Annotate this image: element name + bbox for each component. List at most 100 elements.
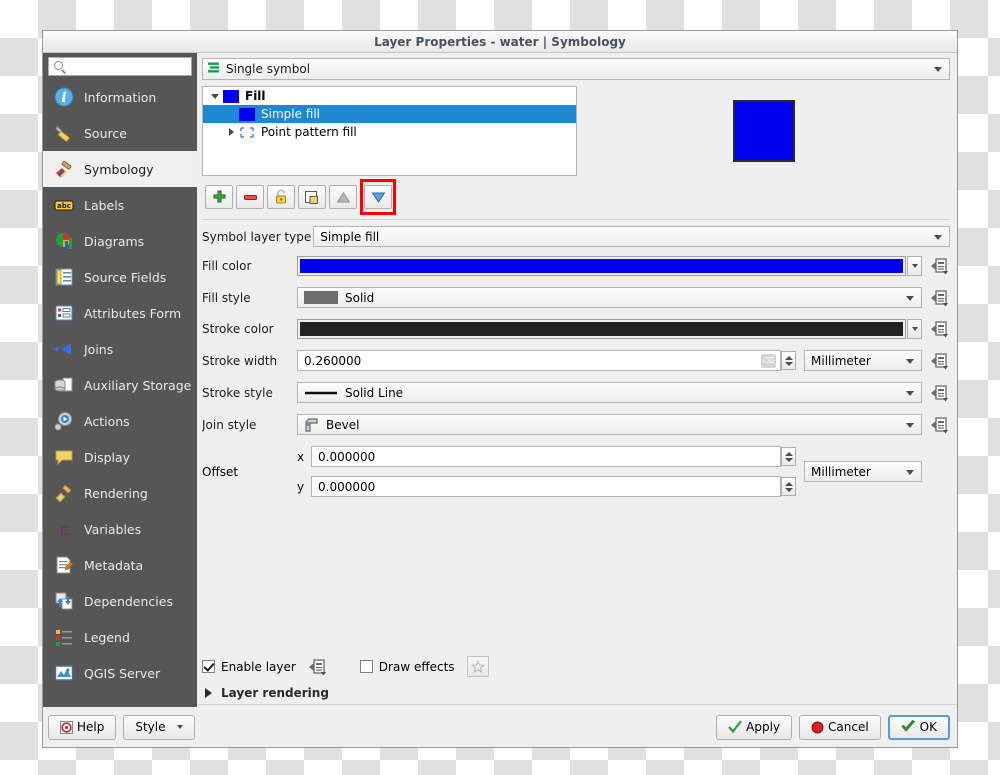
stroke-color-data-defined-override[interactable]: [930, 319, 950, 339]
data-defined-override-icon: [931, 289, 948, 306]
offset-label: Offset: [202, 464, 239, 479]
stroke-width-stepper[interactable]: [781, 351, 796, 370]
sidebar-item-dependencies[interactable]: Dependencies: [43, 583, 197, 619]
join-style-combo[interactable]: Bevel: [297, 414, 922, 435]
renderer-type-combo[interactable]: Single symbol: [202, 58, 950, 80]
tree-row[interactable]: Point pattern fill: [203, 123, 576, 141]
sidebar-item-display[interactable]: Display: [43, 439, 197, 475]
style-button-label: Style: [135, 720, 166, 734]
sidebar-item-source-fields[interactable]: Source Fields: [43, 259, 197, 295]
sidebar-item-variables[interactable]: ε Variables: [43, 511, 197, 547]
symbol-preview: [732, 100, 795, 162]
symbol-layer-type-combo[interactable]: Simple fill: [313, 226, 950, 247]
sidebar-item-labels[interactable]: abc Labels: [43, 187, 197, 223]
fill-style-combo[interactable]: Solid: [297, 287, 922, 308]
symbology-icon: [53, 158, 75, 180]
clear-icon[interactable]: ⌫: [761, 353, 776, 368]
sidebar-item-label: Labels: [84, 197, 125, 213]
fill-color-button[interactable]: [297, 256, 906, 276]
sidebar-nav: i Information Source Symbology abc Label…: [43, 79, 197, 707]
svg-text:abc: abc: [57, 202, 71, 210]
ok-button[interactable]: OK: [887, 714, 950, 740]
sidebar-item-joins[interactable]: Joins: [43, 331, 197, 367]
sidebar-item-rendering[interactable]: Rendering: [43, 475, 197, 511]
offset-x-input[interactable]: 0.000000: [311, 446, 781, 467]
chevron-down-icon[interactable]: [176, 725, 183, 729]
sidebar-item-label: Attributes Form: [84, 305, 182, 321]
fill-color-dropdown[interactable]: [907, 256, 922, 276]
page-title: Layer Properties - water | Symbology: [374, 34, 626, 49]
qgis-server-icon: [53, 662, 75, 684]
dialog-button-bar: Help Style Apply Cancel OK: [43, 707, 957, 747]
join-style-data-defined-override[interactable]: [930, 415, 950, 435]
data-defined-override-icon: [931, 416, 948, 433]
sidebar-search-wrap: [43, 53, 197, 79]
stroke-color-dropdown[interactable]: [907, 319, 922, 339]
symbol-layer-tree[interactable]: Fill Simple fill Point pattern fill: [202, 86, 577, 176]
remove-symbol-layer-button[interactable]: [236, 185, 264, 209]
sidebar-item-source[interactable]: Source: [43, 115, 197, 151]
sidebar-item-label: Dependencies: [84, 593, 173, 609]
sidebar-item-diagrams[interactable]: Diagrams: [43, 223, 197, 259]
stroke-color-button[interactable]: [297, 319, 906, 339]
sidebar-item-label: Display: [84, 449, 131, 465]
chevron-down-icon: [906, 358, 914, 364]
draw-effects-settings-button[interactable]: [466, 656, 489, 677]
offset-unit-combo[interactable]: Millimeter: [804, 461, 922, 482]
sidebar-item-symbology[interactable]: Symbology: [43, 151, 197, 187]
offset-x-stepper[interactable]: [781, 447, 796, 466]
stroke-color-swatch: [300, 322, 903, 336]
search-box[interactable]: [48, 57, 192, 76]
sidebar-item-auxiliary-storage[interactable]: Auxiliary Storage: [43, 367, 197, 403]
draw-effects-checkbox[interactable]: [359, 660, 373, 673]
sidebar-item-qgis-server[interactable]: QGIS Server: [43, 655, 197, 691]
tree-item-label: Simple fill: [261, 107, 321, 121]
stroke-style-data-defined-override[interactable]: [930, 383, 950, 403]
enable-layer-checkbox[interactable]: [202, 660, 215, 673]
data-defined-override-icon: [931, 321, 948, 338]
enable-layer-data-defined-override[interactable]: [308, 657, 328, 677]
stroke-width-label: Stroke width: [202, 353, 278, 368]
offset-y-stepper[interactable]: [781, 477, 796, 496]
sidebar-item-attributes-form[interactable]: Attributes Form: [43, 295, 197, 331]
sidebar-item-label: Symbology: [84, 161, 154, 177]
apply-button[interactable]: Apply: [716, 714, 793, 740]
sidebar-item-information[interactable]: i Information: [43, 79, 197, 115]
sidebar-item-actions[interactable]: Actions: [43, 403, 197, 439]
symbol-swatch: [239, 126, 255, 139]
stroke-width-data-defined-override[interactable]: [930, 351, 950, 371]
lock-layer-colors-button[interactable]: [267, 185, 295, 209]
chevron-down-icon: [784, 487, 793, 492]
minus-icon: [243, 194, 257, 200]
move-up-button[interactable]: [329, 185, 357, 209]
cancel-button[interactable]: Cancel: [799, 714, 881, 740]
stroke-style-value: Solid Line: [345, 385, 404, 400]
stroke-style-combo[interactable]: Solid Line: [297, 382, 922, 403]
expand-collapse-icon[interactable]: [207, 93, 223, 99]
help-button[interactable]: Help: [48, 714, 117, 740]
chevron-up-icon: [784, 355, 793, 360]
tree-row[interactable]: Simple fill: [203, 105, 576, 123]
renderer-type-value: Single symbol: [226, 62, 311, 76]
stroke-width-input[interactable]: 0.260000 ⌫: [297, 350, 781, 371]
fill-style-data-defined-override[interactable]: [930, 288, 950, 308]
offset-x-line: x 0.000000: [297, 446, 796, 467]
move-down-button[interactable]: [360, 179, 396, 215]
expand-collapse-icon[interactable]: [223, 128, 239, 136]
add-symbol-layer-button[interactable]: [205, 185, 233, 209]
stroke-width-unit-combo[interactable]: Millimeter: [804, 350, 922, 371]
offset-y-input[interactable]: 0.000000: [311, 476, 781, 497]
sidebar-item-metadata[interactable]: Metadata: [43, 547, 197, 583]
search-input[interactable]: [71, 58, 189, 75]
style-button[interactable]: Style: [123, 714, 195, 740]
enable-layer-label: Enable layer: [221, 659, 296, 674]
tree-row[interactable]: Fill: [203, 87, 576, 105]
fill-color-data-defined-override[interactable]: [930, 256, 950, 276]
duplicate-symbol-layer-button[interactable]: [298, 185, 326, 209]
dialog-title-bar: Layer Properties - water | Symbology: [43, 31, 957, 53]
check-icon: [728, 720, 742, 734]
stroke-width-value: 0.260000: [304, 353, 362, 368]
sidebar-item-legend[interactable]: Legend: [43, 619, 197, 655]
layer-rendering-section[interactable]: Layer rendering: [202, 686, 950, 700]
symbol-swatch: [239, 107, 255, 121]
